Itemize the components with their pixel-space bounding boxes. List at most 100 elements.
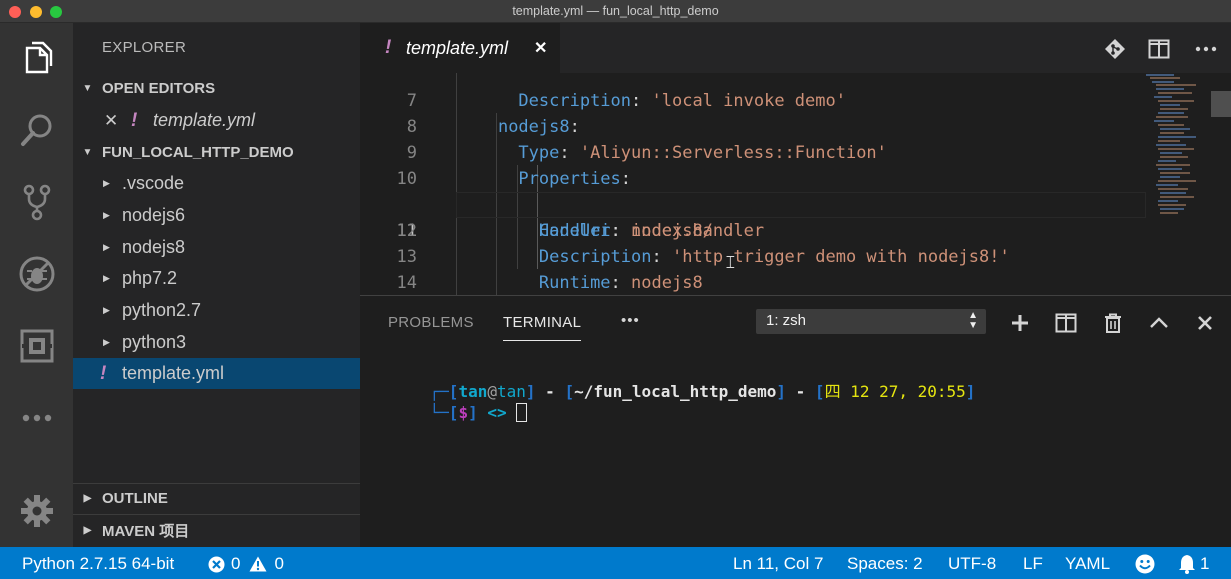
terminal-select[interactable]: 1: zsh ▲ ▼ <box>756 309 986 334</box>
chevron-right-icon: ▶ <box>103 210 110 220</box>
language-mode[interactable]: YAML <box>1065 553 1110 575</box>
tree-item-label: template.yml <box>122 363 225 383</box>
project-label: FUN_LOCAL_HTTP_DEMO <box>102 143 294 161</box>
tree-item-label: python3 <box>122 332 187 352</box>
outline-section[interactable]: ▶ OUTLINE <box>73 483 360 513</box>
tree-item-label: python2.7 <box>122 300 202 320</box>
more-icon[interactable] <box>16 397 58 439</box>
tree-item-nodejs8[interactable]: ▶ nodejs8 <box>73 232 360 263</box>
tab-problems[interactable]: PROBLEMS <box>388 314 474 331</box>
code-line-current: 11 Handler: index.handler <box>360 166 1231 241</box>
feedback-smiley-icon[interactable] <box>1135 553 1155 575</box>
bottom-panel: PROBLEMS TERMINAL ••• 1: zsh ▲ ▼ ┌─[tan@t… <box>360 295 1231 547</box>
chevron-right-icon: ▶ <box>83 524 92 536</box>
chevron-right-icon: ▶ <box>103 305 110 315</box>
code-editor[interactable]: 7 Description: 'local invoke demo' 8 nod… <box>360 73 1231 295</box>
text-cursor-icon: 𝙸 <box>724 252 737 273</box>
code-line: 9 Type: 'Aliyun::Serverless::Function' <box>406 143 887 163</box>
chevron-down-icon: ▼ <box>82 146 93 158</box>
warning-count: 0 <box>274 554 284 573</box>
editor-scrollbar-thumb[interactable] <box>1211 91 1231 117</box>
maven-label: MAVEN 项目 <box>102 522 190 540</box>
settings-gear-icon[interactable] <box>16 490 58 532</box>
tree-item-label: .vscode <box>122 173 185 193</box>
outline-label: OUTLINE <box>102 489 168 507</box>
title-bar: template.yml — fun_local_http_demo <box>0 0 1231 23</box>
chevron-right-icon: ▶ <box>103 273 110 283</box>
open-editors-label: OPEN EDITORS <box>102 79 216 97</box>
open-editors-section[interactable]: ▼ OPEN EDITORS <box>73 73 360 103</box>
minimap[interactable] <box>1146 73 1216 295</box>
terminal-line-2[interactable]: └─[$] <> <box>391 381 528 422</box>
close-icon[interactable]: ✕ <box>534 38 547 58</box>
terminal-cursor <box>516 403 528 422</box>
tree-item-template-yml[interactable]: ! template.yml <box>73 358 360 389</box>
close-panel-icon[interactable] <box>1192 310 1218 336</box>
code-line: 13 Description: 'http trigger demo with … <box>396 247 1010 267</box>
warning-icon <box>249 556 267 572</box>
terminal-select-value: 1: zsh <box>766 312 807 329</box>
code-line: 12 CodeUri: nodejs8/ <box>396 221 713 241</box>
terminal-line-1[interactable]: ┌─[tan@tan] - [~/fun_local_http_demo] - … <box>391 360 976 401</box>
code-line: 14 Runtime: nodejs8 <box>396 273 703 293</box>
open-editor-label: template.yml <box>153 110 256 130</box>
files-icon[interactable] <box>16 37 58 79</box>
git-compare-icon[interactable] <box>1102 36 1128 62</box>
explorer-title: EXPLORER <box>102 39 187 56</box>
error-count: 0 <box>231 554 241 573</box>
tree-item-python3[interactable]: ▶ python3 <box>73 327 360 358</box>
tree-item-python27[interactable]: ▶ python2.7 <box>73 295 360 326</box>
notifications[interactable]: 1 <box>1178 553 1209 575</box>
tree-item-label: nodejs6 <box>122 205 186 225</box>
end-of-line[interactable]: LF <box>1023 553 1043 575</box>
tree-item-label: nodejs8 <box>122 237 186 257</box>
select-arrows-icon: ▲ ▼ <box>968 310 978 331</box>
split-terminal-icon[interactable] <box>1053 310 1079 336</box>
chevron-down-icon: ▼ <box>82 82 93 94</box>
active-tab-indicator <box>503 340 581 341</box>
indentation[interactable]: Spaces: 2 <box>847 553 923 575</box>
tab-terminal[interactable]: TERMINAL <box>503 314 581 331</box>
code-line: 8 nodejs8: <box>406 117 580 137</box>
tree-item-nodejs6[interactable]: ▶ nodejs6 <box>73 200 360 231</box>
encoding[interactable]: UTF-8 <box>948 553 996 575</box>
new-terminal-icon[interactable] <box>1007 310 1033 336</box>
notification-count: 1 <box>1200 554 1210 573</box>
code-line: 10 Properties: <box>396 169 632 189</box>
chevron-right-icon: ▶ <box>103 337 110 347</box>
open-editor-item[interactable]: ✕ ! template.yml <box>73 105 360 136</box>
cursor-position[interactable]: Ln 11, Col 7 <box>733 553 823 575</box>
debug-icon[interactable] <box>16 253 58 295</box>
python-interpreter[interactable]: Python 2.7.15 64-bit <box>22 553 174 575</box>
search-icon[interactable] <box>16 109 58 151</box>
activity-bar <box>0 23 73 547</box>
explorer-sidebar: EXPLORER ▼ OPEN EDITORS ✕ ! template.yml… <box>73 23 360 547</box>
chevron-right-icon: ▶ <box>83 492 92 504</box>
tree-item-php72[interactable]: ▶ php7.2 <box>73 263 360 294</box>
yaml-file-icon: ! <box>100 362 107 384</box>
tree-item-label: php7.2 <box>122 268 178 288</box>
extensions-icon[interactable] <box>16 325 58 367</box>
chevron-right-icon: ▶ <box>103 242 110 252</box>
split-editor-icon[interactable] <box>1146 36 1172 62</box>
error-icon <box>208 556 225 572</box>
maximize-panel-icon[interactable] <box>1146 310 1172 336</box>
yaml-file-icon: ! <box>131 109 138 131</box>
tab-template-yml[interactable]: ! template.yml ✕ <box>360 23 560 73</box>
kill-terminal-icon[interactable] <box>1100 310 1126 336</box>
status-bar: Python 2.7.15 64-bit 0 0 Ln 11, Col 7 Sp… <box>0 547 1231 579</box>
tree-item-vscode[interactable]: ▶ .vscode <box>73 168 360 199</box>
window-title: template.yml — fun_local_http_demo <box>512 4 719 18</box>
source-control-icon[interactable] <box>16 181 58 223</box>
yaml-file-icon: ! <box>385 37 392 58</box>
problems-status[interactable]: 0 0 <box>208 553 284 575</box>
close-icon[interactable]: ✕ <box>104 111 118 131</box>
code-line: 15 Events: <box>360 270 1231 295</box>
panel-more-icon[interactable]: ••• <box>621 312 640 329</box>
more-actions-icon[interactable] <box>1193 36 1219 62</box>
tab-label: template.yml <box>406 37 509 58</box>
bell-icon <box>1179 555 1195 574</box>
project-section[interactable]: ▼ FUN_LOCAL_HTTP_DEMO <box>73 137 360 167</box>
editor-tab-bar: ! template.yml ✕ <box>360 23 1231 73</box>
maven-section[interactable]: ▶ MAVEN 项目 <box>73 515 360 545</box>
